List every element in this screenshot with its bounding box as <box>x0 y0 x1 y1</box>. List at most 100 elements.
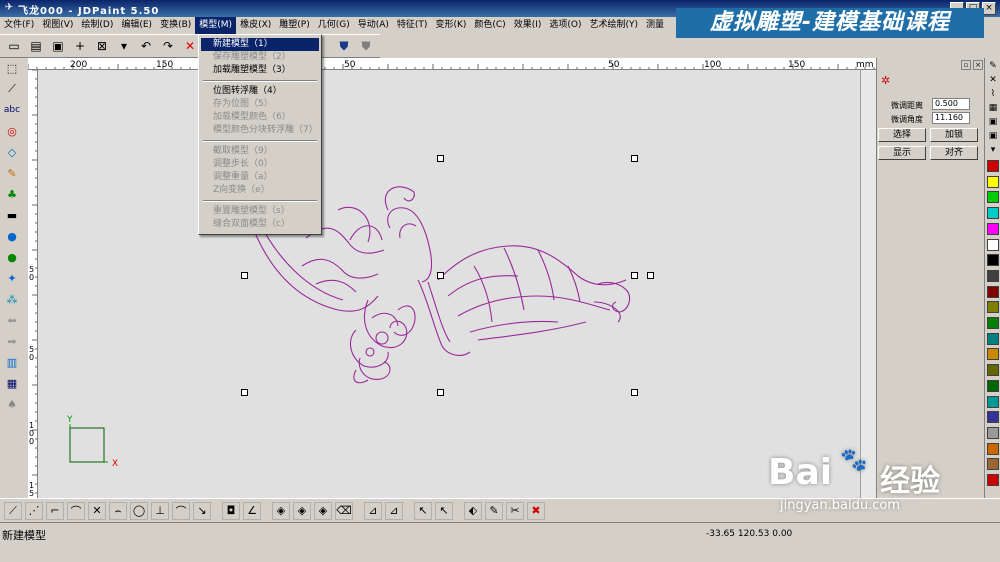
undo-icon[interactable]: ↶ <box>136 36 156 56</box>
menu-item[interactable]: 变形(K) <box>431 17 470 34</box>
cursor-x-icon[interactable]: ↖ <box>414 501 432 520</box>
menu-item[interactable]: 测量 <box>642 17 668 34</box>
color-swatch[interactable] <box>987 348 999 361</box>
arc-tool-icon[interactable]: ⌢ <box>109 501 127 520</box>
arrow-right-icon[interactable]: ➡ <box>1 331 23 351</box>
select-button[interactable]: 选择 <box>878 128 926 142</box>
grid-icon[interactable]: ▦ <box>1 373 23 393</box>
dropdown-arrow-icon[interactable]: ▾ <box>114 36 134 56</box>
color-box-icon[interactable]: ▣ <box>987 116 999 128</box>
color-swatch[interactable] <box>987 160 999 172</box>
menu-item[interactable]: 特征(T) <box>393 17 432 34</box>
bulb-group-icon[interactable]: ✦ <box>1 268 23 288</box>
open-folder-icon[interactable]: ▤ <box>26 36 46 56</box>
mirror2-icon[interactable]: ⊿ <box>385 501 403 520</box>
selection-handle[interactable] <box>647 272 654 279</box>
show-button[interactable]: 显示 <box>878 146 926 160</box>
shield-icon[interactable]: ⛊ <box>334 36 354 56</box>
diamond-grid2-icon[interactable]: ◈ <box>293 501 311 520</box>
offset-angle-input[interactable]: 11.160 <box>932 112 970 124</box>
paint-tool-icon[interactable]: ✎ <box>1 163 23 183</box>
selection-handle[interactable] <box>241 389 248 396</box>
drawing-canvas[interactable]: Y X <box>38 70 860 498</box>
diamond-grid-icon[interactable]: ◈ <box>272 501 290 520</box>
color-swatch[interactable] <box>987 254 999 267</box>
node-edit-icon[interactable]: ⟋ <box>1 79 23 99</box>
offset-distance-input[interactable]: 0.500 <box>932 98 970 110</box>
shield-gray-icon[interactable]: ⛊ <box>356 36 376 56</box>
menu-dropdown-item[interactable]: 加载雕塑模型（3） <box>201 64 319 77</box>
curve-tool-icon[interactable]: ⌒ <box>67 501 85 520</box>
selection-handle[interactable] <box>631 272 638 279</box>
angle-icon[interactable]: ∠ <box>243 501 261 520</box>
color-swatch[interactable] <box>987 175 999 188</box>
new-file-icon[interactable]: ▭ <box>4 36 24 56</box>
menu-dropdown-item[interactable]: 重置雕塑模型（s） <box>201 205 319 218</box>
color-swatch[interactable] <box>987 269 999 282</box>
menu-item[interactable]: 雕塑(P) <box>275 17 313 34</box>
stamp-tool-icon[interactable]: ♣ <box>1 184 23 204</box>
zoom-window-icon[interactable]: ⊠ <box>92 36 112 56</box>
menu-dropdown-item[interactable]: 保存雕塑模型（2） <box>201 51 319 64</box>
delete-node-icon[interactable]: ✖ <box>527 501 545 520</box>
menu-dropdown-item[interactable]: 调整步长（0） <box>201 158 319 171</box>
mirror-icon[interactable]: ⊿ <box>364 501 382 520</box>
menu-dropdown-item[interactable]: Z向变换（e） <box>201 184 319 197</box>
color-swatch[interactable] <box>987 426 999 439</box>
color-swatch[interactable] <box>987 222 999 235</box>
menu-dropdown-item[interactable]: 模型颜色分块转浮雕（7） <box>201 124 319 137</box>
color-swatch[interactable] <box>987 317 999 329</box>
lock-button[interactable]: 加锁 <box>930 128 978 142</box>
cursor-x2-icon[interactable]: ↖ <box>435 501 453 520</box>
selection-handle[interactable] <box>437 389 444 396</box>
menu-dropdown-item[interactable]: 位图转浮雕（4） <box>201 85 319 98</box>
layers-icon[interactable]: ▥ <box>1 352 23 372</box>
cut-tool-icon[interactable]: ✂ <box>506 501 524 520</box>
close-palette-icon[interactable]: ✕ <box>987 74 999 86</box>
corner-tool-icon[interactable]: ⌐ <box>46 501 64 520</box>
menu-item[interactable]: 选项(O) <box>545 17 585 34</box>
tangent-icon[interactable]: ⌒ <box>172 501 190 520</box>
color-swatch[interactable] <box>987 285 999 298</box>
delete-icon[interactable]: ✕ <box>180 36 200 56</box>
menu-dropdown-item[interactable]: 截取模型（9） <box>201 145 319 158</box>
vertical-scrollbar[interactable] <box>860 70 876 498</box>
eyedropper-icon[interactable]: ⌇ <box>987 88 999 100</box>
menu-item[interactable]: 效果(I) <box>510 17 546 34</box>
menu-item[interactable]: 变换(B) <box>156 17 195 34</box>
menu-item[interactable]: 编辑(E) <box>117 17 156 34</box>
selection-handle[interactable] <box>631 155 638 162</box>
menu-item[interactable]: 绘制(D) <box>77 17 117 34</box>
arrow-left-icon[interactable]: ⬅ <box>1 310 23 330</box>
menu-item[interactable]: 颜色(C) <box>470 17 509 34</box>
color-swatch[interactable] <box>987 301 999 314</box>
perpendicular-icon[interactable]: ⊥ <box>151 501 169 520</box>
menu-dropdown-item[interactable]: 新建模型（1） <box>201 38 319 51</box>
diamond-tool-icon[interactable]: ◇ <box>1 142 23 162</box>
color-swatch[interactable] <box>987 379 999 392</box>
pen-tool-icon[interactable]: ✎ <box>485 501 503 520</box>
redo-icon[interactable]: ↷ <box>158 36 178 56</box>
selection-handle[interactable] <box>241 272 248 279</box>
save-icon[interactable]: ▣ <box>48 36 68 56</box>
menu-dropdown-item[interactable]: 加载模型颜色（6） <box>201 111 319 124</box>
menu-dropdown-item[interactable]: 缝合双面模型（c） <box>201 218 319 231</box>
lamp-icon[interactable]: ♠ <box>1 394 23 414</box>
color-swatch[interactable] <box>987 207 999 220</box>
color-swatch[interactable] <box>987 238 999 251</box>
bulb-green-icon[interactable]: ● <box>1 247 23 267</box>
color-swatch[interactable] <box>987 364 999 377</box>
nodes-icon[interactable]: ⁂ <box>1 289 23 309</box>
panel-pin-icon[interactable]: ▫ <box>961 60 971 70</box>
menu-item[interactable]: 模型(M) <box>195 17 237 34</box>
color-swatch[interactable] <box>987 395 999 408</box>
text-tool-icon[interactable]: abc <box>1 100 23 120</box>
color-swatch[interactable] <box>987 191 999 204</box>
line-tool-icon[interactable]: ⟋ <box>4 501 22 520</box>
menu-item[interactable]: 艺术绘制(Y) <box>585 17 642 34</box>
menu-item[interactable]: 橡皮(X) <box>236 17 275 34</box>
trim-icon[interactable]: ↘ <box>193 501 211 520</box>
selection-handle[interactable] <box>437 155 444 162</box>
menu-item[interactable]: 视图(V) <box>38 17 77 34</box>
eraser-icon[interactable]: ⌫ <box>335 501 353 520</box>
